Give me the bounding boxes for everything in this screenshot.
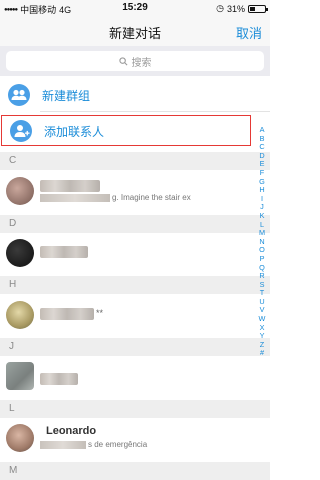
contact-row[interactable]: Leonardo s de emergência (0, 419, 255, 459)
contact-row[interactable] (0, 357, 255, 397)
contact-name-suffix: ** (96, 308, 104, 318)
contact-name-blurred (40, 246, 88, 258)
blurred-text (40, 440, 86, 449)
contact-subtitle: s de emergência (40, 440, 250, 449)
search-input[interactable]: 搜索 (6, 51, 264, 71)
new-group-label: 新建群组 (42, 89, 91, 103)
alarm-icon: ◷ (216, 3, 224, 13)
contact-subtitle-text: g. Imagine the stair ex (112, 193, 191, 202)
section-header-j: J (0, 338, 270, 356)
contact-name-blurred (40, 373, 78, 385)
contact-subtitle: g. Imagine the stair ex (40, 193, 250, 202)
search-placeholder: 搜索 (131, 57, 152, 69)
new-group-row[interactable]: 新建群组 (0, 80, 270, 110)
contact-subtitle-text: s de emergência (88, 440, 148, 449)
navigation-bar: 新建对话 取消 (0, 16, 270, 46)
section-header-c: C (0, 152, 270, 170)
contact-row[interactable]: ** (0, 296, 255, 336)
battery-icon (248, 4, 268, 13)
section-header-l: L (0, 400, 270, 418)
contact-row[interactable] (0, 234, 255, 274)
add-contact-label: 添加联系人 (44, 125, 105, 139)
section-header-m: M (0, 462, 270, 480)
status-bar: ●●●●● 中国移动 4G 15:29 ◷ 31% (0, 0, 270, 16)
divider (40, 111, 270, 112)
add-person-icon (10, 120, 32, 142)
section-header-d: D (0, 215, 270, 233)
blurred-text (40, 193, 110, 202)
status-right: ◷ 31% (216, 3, 268, 14)
add-contact-row[interactable]: 添加联系人 (1, 115, 251, 146)
contact-name: Leonardo (46, 425, 97, 437)
section-header-h: H (0, 276, 270, 294)
avatar (6, 177, 34, 205)
search-bar-container: 搜索 (0, 46, 270, 76)
avatar (6, 424, 34, 452)
avatar (6, 362, 34, 390)
contact-row[interactable]: g. Imagine the stair ex (0, 172, 255, 212)
group-icon (8, 84, 30, 106)
avatar (6, 239, 34, 267)
search-icon (118, 56, 127, 65)
cancel-button[interactable]: 取消 (236, 23, 262, 42)
page-title: 新建对话 (108, 26, 161, 41)
avatar (6, 301, 34, 329)
contact-name-blurred (40, 308, 94, 320)
battery-percent: 31% (226, 3, 245, 14)
alphabet-index[interactable]: A B C D E F G H I J K L M N O P Q R S T U V W X Y Z # (256, 125, 268, 358)
contact-name-blurred (40, 180, 100, 192)
index-letter[interactable]: # (260, 349, 264, 358)
